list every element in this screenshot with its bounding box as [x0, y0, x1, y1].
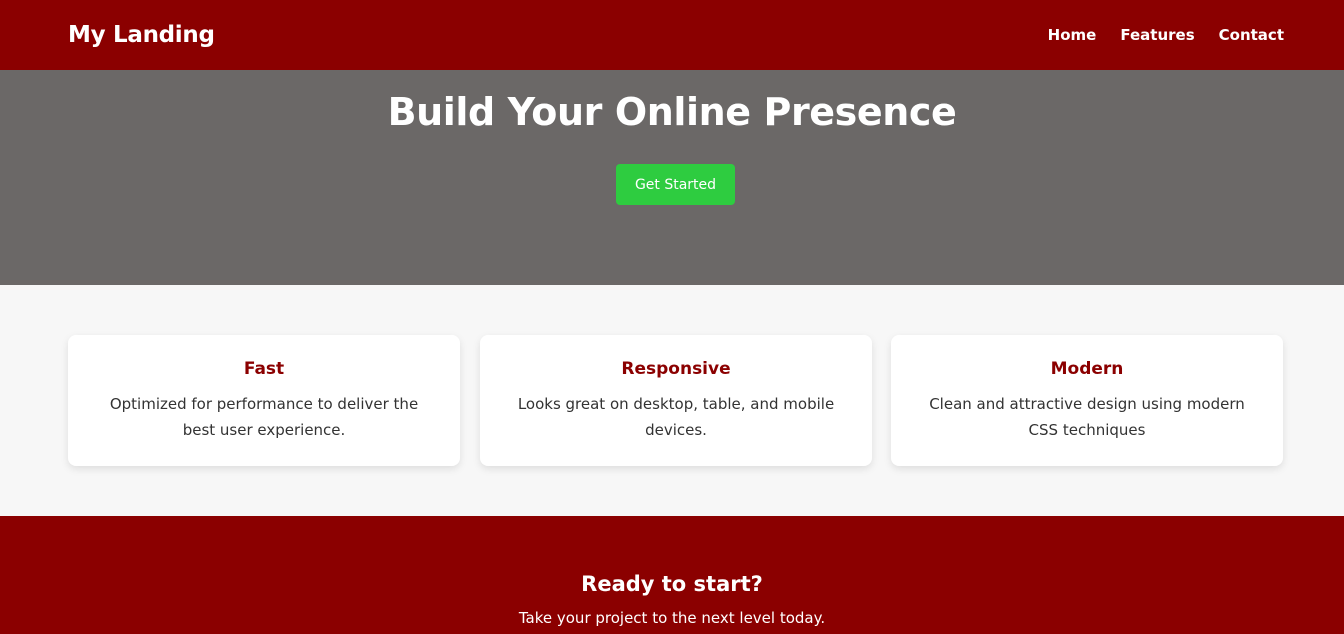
- nav-features-link[interactable]: Features: [1120, 26, 1194, 44]
- feature-description: Optimized for performance to deliver the…: [109, 395, 419, 439]
- cta-title: Ready to start?: [581, 572, 763, 596]
- nav-contact-link[interactable]: Contact: [1219, 26, 1284, 44]
- feature-card-responsive: Responsive Looks great on desktop, table…: [480, 335, 872, 466]
- feature-description: Clean and attractive design using modern…: [929, 395, 1245, 439]
- nav-home-link[interactable]: Home: [1048, 26, 1097, 44]
- feature-card-fast: Fast Optimized for performance to delive…: [68, 335, 460, 466]
- feature-title: Modern: [1050, 359, 1124, 379]
- feature-title: Fast: [243, 359, 285, 379]
- cta-section: Ready to start? Take your project to the…: [0, 516, 1344, 634]
- site-logo[interactable]: My Landing: [68, 22, 215, 48]
- hero-title: Build Your Online Presence: [387, 90, 957, 134]
- get-started-button[interactable]: Get Started: [616, 164, 735, 205]
- feature-title: Responsive: [621, 359, 731, 379]
- cta-text: Take your project to the next level toda…: [518, 609, 826, 627]
- main-nav: Home Features Contact: [1048, 26, 1284, 44]
- feature-description: Looks great on desktop, table, and mobil…: [517, 395, 835, 439]
- hero-section: Build Your Online Presence Get Started: [0, 70, 1344, 285]
- site-header: My Landing Home Features Contact: [0, 0, 1344, 70]
- feature-card-modern: Modern Clean and attractive design using…: [891, 335, 1283, 466]
- features-section: Fast Optimized for performance to delive…: [0, 285, 1344, 516]
